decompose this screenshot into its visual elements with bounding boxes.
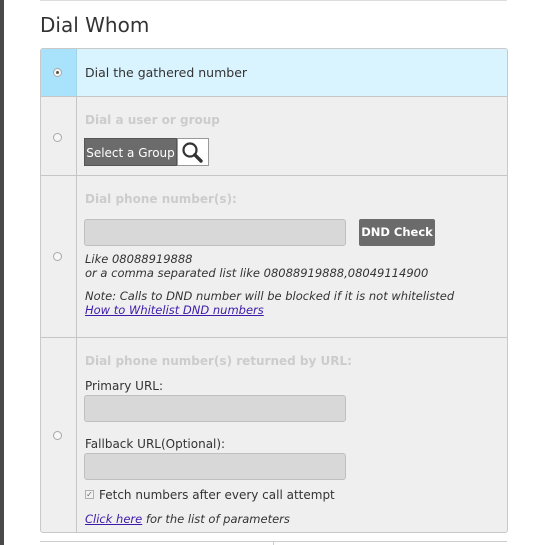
search-icon [182,142,203,163]
option-gathered-number[interactable]: Dial the gathered number [41,49,507,97]
dnd-check-button[interactable]: DND Check [359,219,435,246]
section-title: Dial Whom [40,13,150,37]
dial-options-panel: Dial the gathered number Dial a user or … [40,48,508,533]
top-divider [40,0,507,1]
group-search-button[interactable] [177,138,209,166]
phone-hint-list: or a comma separated list like 080889198… [85,266,429,280]
radio-user-group[interactable] [53,133,62,142]
select-group-button[interactable]: Select a Group [84,138,177,166]
fetch-numbers-label: Fetch numbers after every call attempt [99,488,335,502]
option-user-group[interactable]: Dial a user or group Select a Group [41,97,507,176]
fetch-numbers-checkbox[interactable]: ✓ [85,490,94,499]
fallback-url-label: Fallback URL(Optional): [85,437,226,451]
primary-url-input[interactable] [84,395,346,422]
phone-hint-example: Like 08088919888 [85,252,193,266]
bottom-divider-tick [273,541,274,545]
radio-phone-numbers[interactable] [53,252,62,261]
option-url-label: Dial phone number(s) returned by URL: [85,354,352,368]
dnd-note: Note: Calls to DND number will be blocke… [85,289,455,303]
radio-url-numbers[interactable] [53,431,62,440]
option-gathered-label: Dial the gathered number [85,65,248,80]
option-user-group-label: Dial a user or group [85,113,220,127]
option-phone-numbers[interactable]: Dial phone number(s): DND Check Like 080… [41,176,507,338]
option-url-numbers[interactable]: Dial phone number(s) returned by URL: Pr… [41,338,507,532]
parameters-text: for the list of parameters [142,512,290,526]
option-phone-numbers-label: Dial phone number(s): [85,192,237,206]
primary-url-label: Primary URL: [85,379,164,393]
click-here-link[interactable]: Click here [85,512,142,526]
phone-numbers-input[interactable] [84,219,346,246]
whitelist-dnd-link[interactable]: How to Whitelist DND numbers [85,303,264,317]
left-border [0,0,4,545]
fallback-url-input[interactable] [84,453,346,480]
radio-gathered-number[interactable] [53,68,62,77]
